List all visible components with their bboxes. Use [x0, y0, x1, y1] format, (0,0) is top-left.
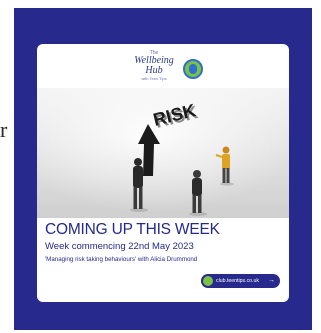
wellbeing-hub-logo: The Wellbeing Hub with Teen Tips — [125, 50, 211, 84]
club-link-label: club.teentips.co.uk — [216, 278, 259, 284]
arrow-right-icon: → — [268, 277, 275, 284]
post-detail: 'Managing risk taking behaviours' with A… — [45, 256, 198, 263]
wellbeing-hub-badge-icon — [183, 59, 203, 79]
social-post[interactable]: The Wellbeing Hub with Teen Tips RISK RI… — [14, 8, 312, 330]
post-subhead: Week commencing 22nd May 2023 — [45, 241, 194, 252]
logo-line-hub: Hub — [145, 65, 163, 76]
logo-line-tagline: with Teen Tips — [141, 76, 167, 81]
logo-wordmark: The Wellbeing Hub with Teen Tips — [125, 50, 183, 81]
globe-icon — [203, 276, 213, 286]
post-headline: COMING UP THIS WEEK — [45, 221, 220, 238]
club-link-button[interactable]: club.teentips.co.uk → — [201, 274, 280, 288]
post-card[interactable]: The Wellbeing Hub with Teen Tips RISK RI… — [37, 44, 289, 302]
risk-photo: RISK RISK — [37, 88, 289, 218]
page-edge-text: r — [0, 117, 8, 142]
